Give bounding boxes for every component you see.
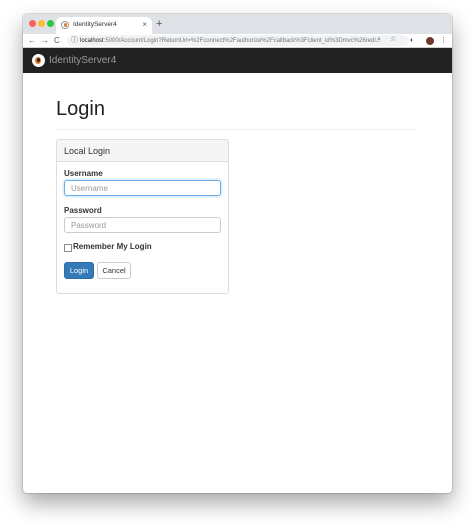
close-window-button[interactable] — [29, 20, 36, 27]
tab-close-icon[interactable]: × — [142, 20, 147, 30]
tab-strip: IdentityServer4 × + — [23, 14, 452, 34]
bookmark-star-icon[interactable]: ☆ — [390, 34, 396, 45]
maximize-window-button[interactable] — [47, 20, 54, 27]
menu-icon[interactable]: ⋮ — [440, 34, 447, 47]
panel-title: Local Login — [64, 146, 111, 156]
profile-avatar[interactable] — [426, 37, 434, 45]
zoom-icon[interactable]: ⌕ — [377, 34, 381, 45]
info-icon[interactable]: ⓘ — [71, 36, 78, 45]
page-title: Login — [56, 98, 105, 120]
minimize-window-button[interactable] — [38, 20, 45, 27]
navbar: IdentityServer4 — [23, 48, 452, 73]
identityserver-logo-icon[interactable] — [32, 54, 45, 67]
back-icon[interactable]: ← — [28, 34, 36, 47]
forward-icon[interactable]: → — [41, 34, 49, 47]
navbar-brand[interactable]: IdentityServer4 — [49, 55, 116, 66]
cancel-button[interactable]: Cancel — [97, 262, 131, 279]
username-input[interactable] — [64, 180, 221, 196]
login-button[interactable]: Login — [64, 262, 94, 279]
panel-heading: Local Login — [57, 140, 228, 162]
extension-icon[interactable]: ◐ — [410, 34, 414, 47]
url-text: localhost:5000/Account/Login?ReturnUrl=%… — [80, 38, 381, 44]
password-input[interactable] — [64, 217, 221, 233]
browser-tab[interactable]: IdentityServer4 × — [56, 17, 152, 34]
address-bar[interactable]: ⓘ localhost:5000/Account/Login?ReturnUrl… — [67, 35, 409, 46]
browser-window: IdentityServer4 × + ← → C ⓘ localhost:50… — [23, 14, 452, 493]
remember-login-checkbox[interactable] — [64, 244, 72, 252]
divider — [56, 129, 416, 130]
password-label: Password — [64, 206, 102, 215]
reload-icon[interactable]: C — [54, 34, 60, 47]
tab-title: IdentityServer4 — [73, 21, 117, 28]
username-label: Username — [64, 169, 103, 178]
browser-toolbar: ← → C ⓘ localhost:5000/Account/Login?Ret… — [23, 34, 452, 48]
remember-login-label[interactable]: Remember My Login — [73, 242, 152, 251]
favicon-icon — [61, 21, 69, 29]
new-tab-button[interactable]: + — [156, 18, 162, 30]
login-panel: Local Login Username Password Remember M… — [56, 139, 229, 294]
